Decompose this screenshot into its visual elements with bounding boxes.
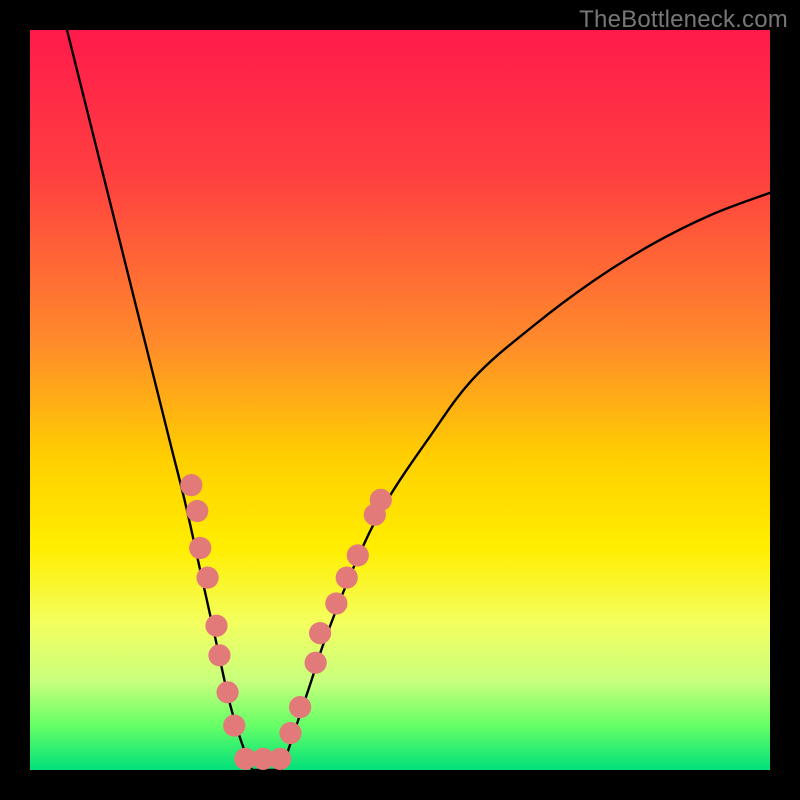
chart-frame: TheBottleneck.com <box>0 0 800 800</box>
marker-point <box>347 544 369 566</box>
marker-point <box>305 652 327 674</box>
series-right_curve <box>282 193 770 770</box>
marker-point <box>208 644 230 666</box>
marker-point <box>269 748 291 770</box>
curves-layer <box>30 30 770 770</box>
marker-point <box>370 489 392 511</box>
marker-point <box>279 722 301 744</box>
marker-point <box>189 537 211 559</box>
marker-point <box>186 500 208 522</box>
marker-point <box>180 474 202 496</box>
watermark-text: TheBottleneck.com <box>579 6 788 34</box>
marker-point <box>289 696 311 718</box>
marker-point <box>205 615 227 637</box>
marker-point <box>309 622 331 644</box>
plot-area <box>30 30 770 770</box>
marker-point <box>336 567 358 589</box>
marker-point <box>325 592 347 614</box>
marker-point <box>197 567 219 589</box>
marker-point <box>216 681 238 703</box>
marker-point <box>223 715 245 737</box>
